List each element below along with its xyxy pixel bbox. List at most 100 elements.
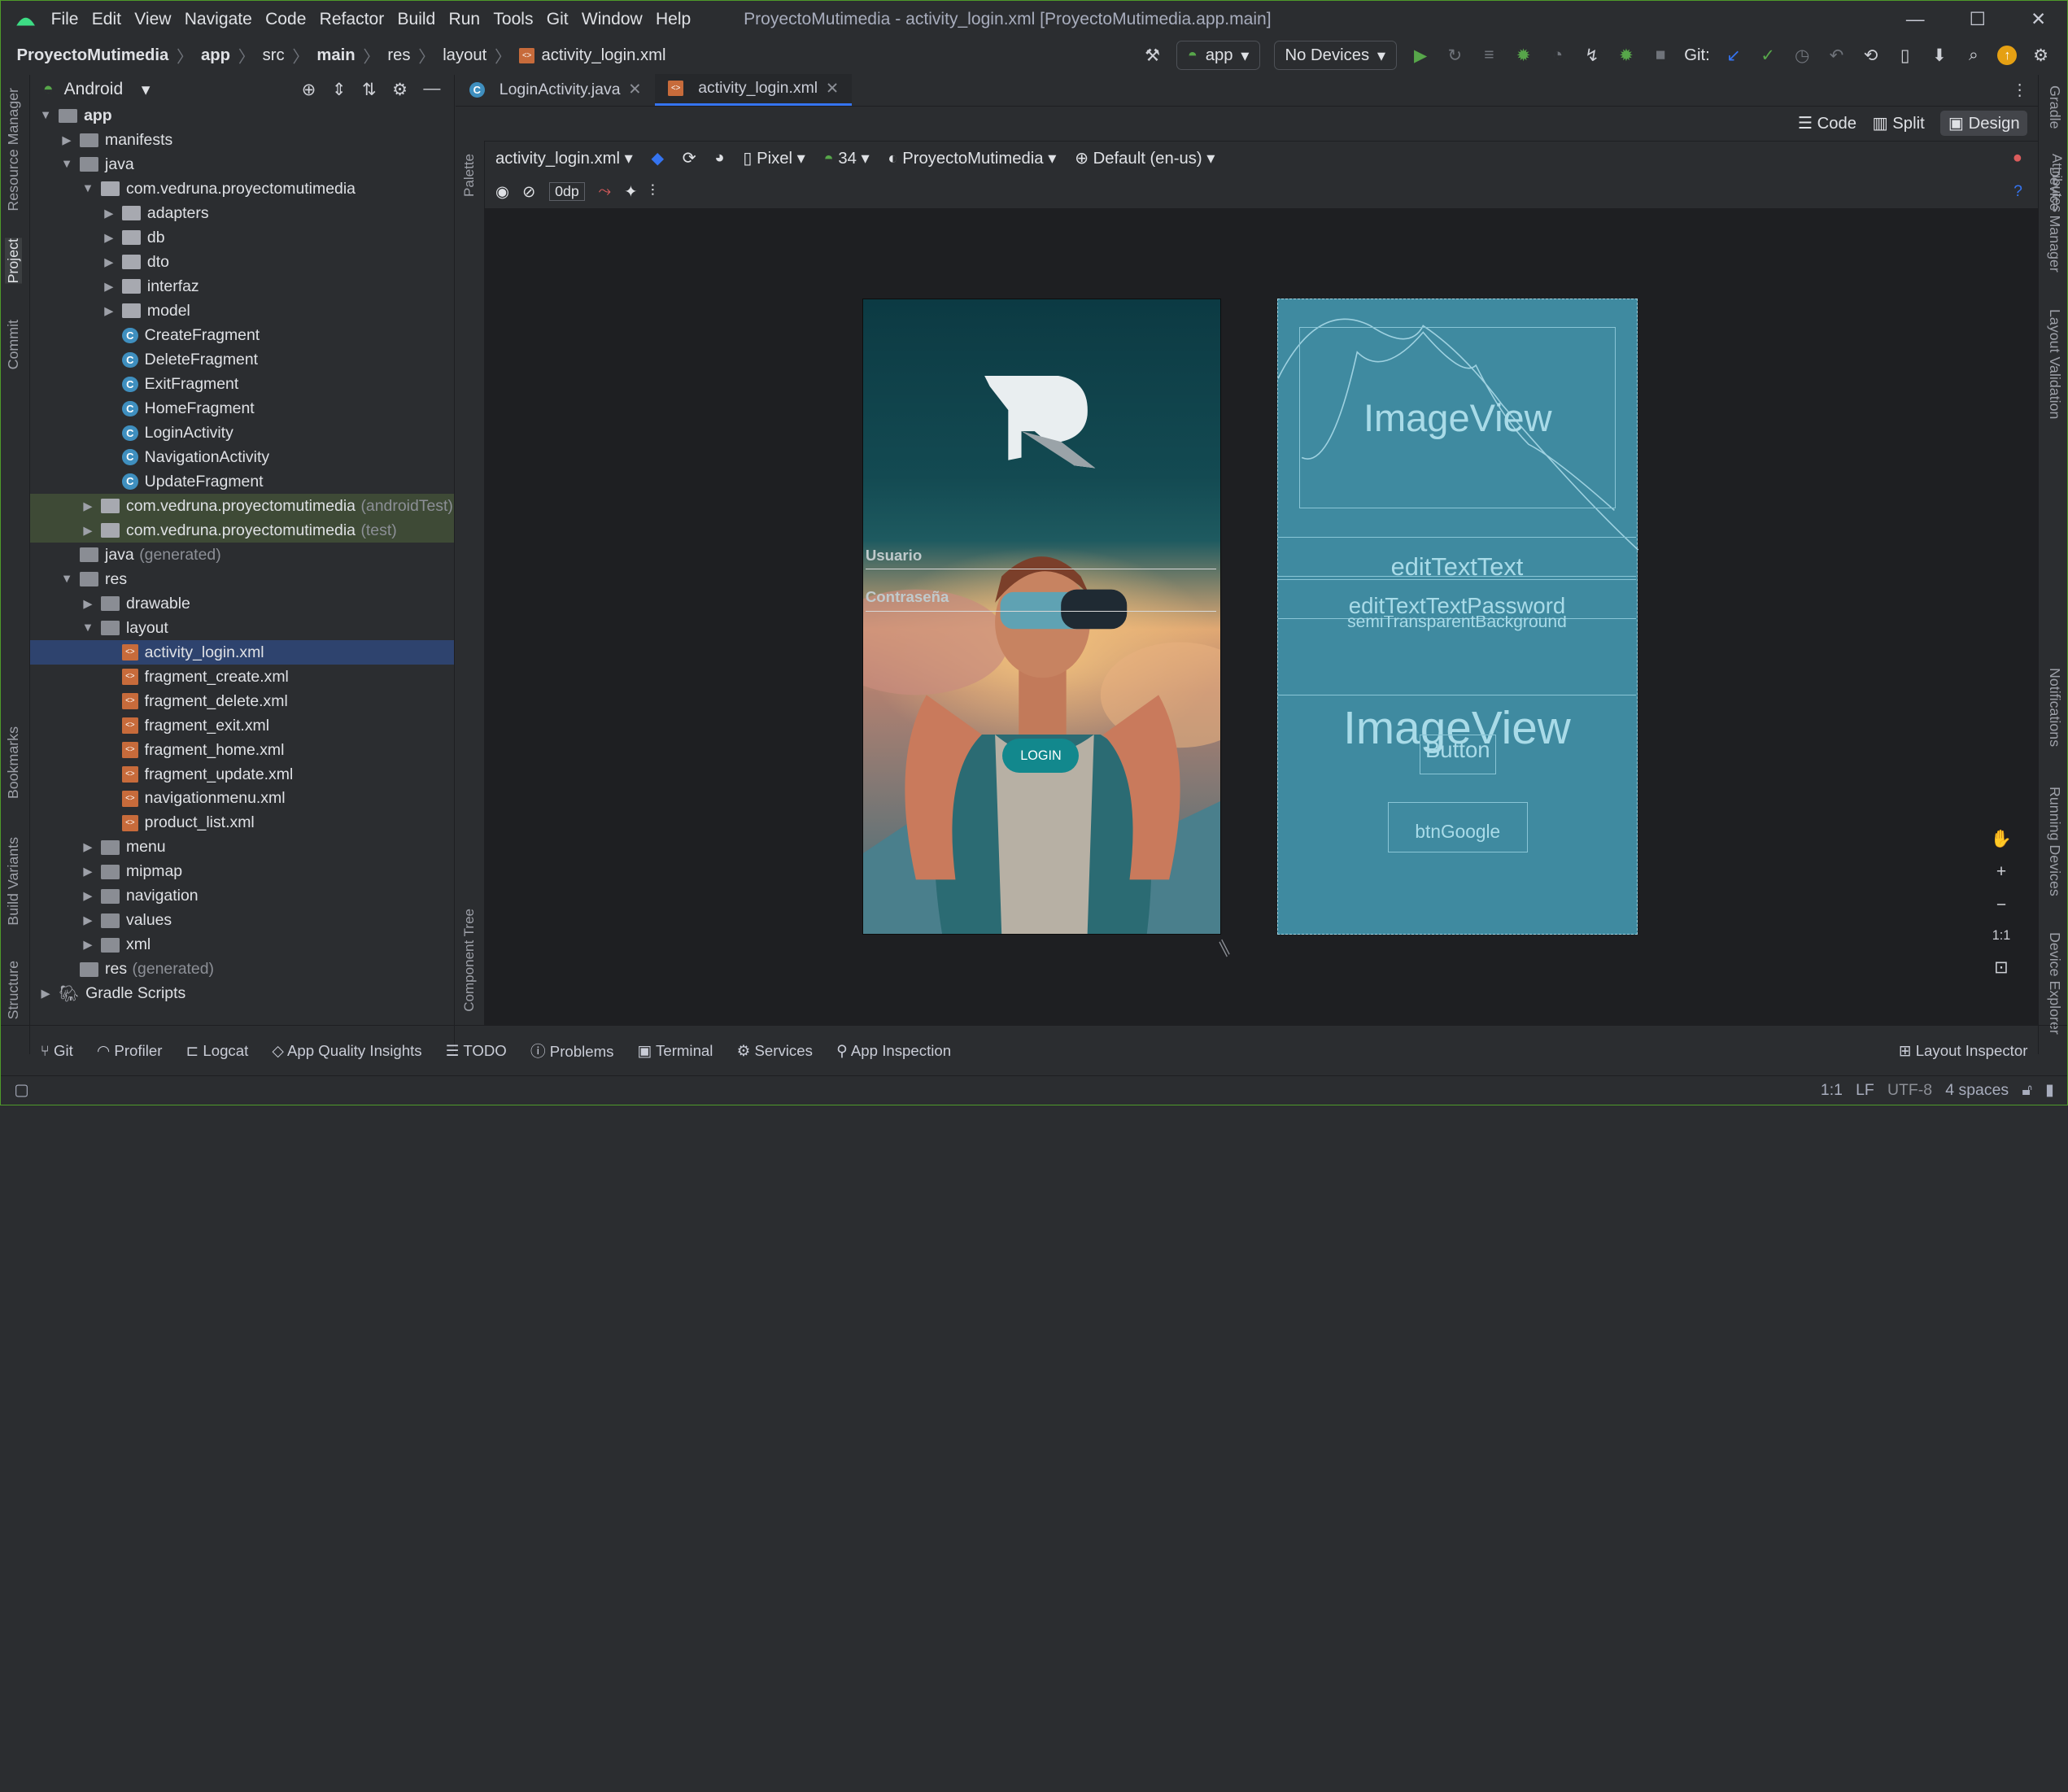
apply-changes-icon[interactable]: ✹ (1616, 45, 1637, 66)
close-icon[interactable]: ✕ (826, 79, 839, 98)
imageview-logo-outline[interactable]: ImageView (1299, 327, 1616, 508)
build-variants-tab[interactable]: Build Variants (5, 837, 22, 926)
running-devices-tab[interactable]: Running Devices (2046, 787, 2063, 896)
tool-services[interactable]: ⚙ Services (737, 1042, 813, 1060)
help-icon[interactable]: ? (2013, 182, 2022, 201)
tree-item[interactable]: ▼ java (30, 152, 454, 177)
tree-item[interactable]: C ExitFragment (30, 372, 454, 396)
sync-gradle-icon[interactable]: ⟲ (1861, 45, 1882, 66)
status-panel-icon[interactable]: ▢ (14, 1080, 28, 1100)
close-icon[interactable]: ✕ (2031, 8, 2046, 30)
commit-tab[interactable]: Commit (5, 320, 22, 369)
tool-app-inspection[interactable]: ⚲ App Inspection (836, 1042, 951, 1060)
sdk-manager-icon[interactable]: ⬇ (1929, 45, 1950, 66)
tree-item[interactable]: <> activity_login.xml (29, 640, 454, 665)
chevron-down-icon[interactable]: ▼ (80, 182, 95, 195)
tab-login-activity[interactable]: C LoginActivity.java ✕ (456, 74, 654, 106)
breadcrumb-project[interactable]: ProyectoMutimedia (16, 46, 168, 65)
search-icon[interactable]: ⌕ (1963, 45, 1984, 66)
pan-icon[interactable]: ✋ (1991, 829, 2012, 849)
tree-item[interactable]: ▼ com.vedruna.proyectomutimedia (30, 177, 454, 201)
breadcrumb-src[interactable]: src (263, 46, 285, 65)
tool-app-quality-insights[interactable]: ◇ App Quality Insights (272, 1042, 421, 1060)
caret-position[interactable]: 1:1 (1821, 1081, 1843, 1100)
tree-item[interactable]: ▶ com.vedruna.proyectomutimedia (test) (29, 518, 454, 543)
tree-item[interactable]: ▶ com.vedruna.proyectomutimedia (androidTe… (29, 494, 454, 519)
infer-constraints-icon[interactable]: ✦ (624, 182, 637, 202)
palette-tab[interactable]: Palette (461, 154, 478, 197)
tool-layout-inspector[interactable]: ⊞ Layout Inspector (1899, 1042, 2028, 1060)
locale-select[interactable]: ⊕ Default (en-us) ▾ (1075, 148, 1215, 168)
menu-tools[interactable]: Tools (493, 10, 533, 29)
tool-problems[interactable]: ⓘ Problems (530, 1040, 613, 1062)
run-icon[interactable]: ▶ (1410, 45, 1431, 66)
tool-todo[interactable]: ☰ TODO (446, 1042, 507, 1060)
password-field[interactable] (865, 610, 1217, 612)
hammer-icon[interactable]: ⚒ (1142, 45, 1163, 66)
chevron-down-icon[interactable]: ▾ (142, 79, 151, 100)
night-mode-icon[interactable]: ◕ (714, 149, 724, 168)
component-tree-tab[interactable]: Component Tree (461, 909, 478, 1012)
api-select[interactable]: ◓ 34 ▾ (824, 148, 870, 168)
resource-manager-tab[interactable]: Resource Manager (5, 88, 22, 211)
lock-icon[interactable]: 🔓︎ (2022, 1081, 2032, 1100)
attach-debugger-icon[interactable]: ↯ (1582, 45, 1603, 66)
btn-google-outline[interactable]: btnGoogle (1387, 802, 1528, 852)
memory-indicator-icon[interactable]: ▮ (2045, 1080, 2054, 1100)
tree-item[interactable]: ▶ 🐘︎ Gradle Scripts (30, 982, 454, 1006)
layout-validation-tab[interactable]: Layout Validation (2046, 309, 2063, 419)
tree-item[interactable]: ▶ interfaz (30, 274, 454, 299)
design-canvas[interactable]: Usuario Contraseña LOGIN ImageView editT… (486, 209, 2039, 1026)
gear-icon[interactable]: ⚙ (392, 79, 408, 100)
notifications-tab[interactable]: Notifications (2046, 668, 2063, 747)
layout-preview[interactable]: Usuario Contraseña LOGIN (862, 299, 1221, 935)
tool-profiler[interactable]: ◠ Profiler (97, 1042, 162, 1060)
edittext-password-outline[interactable]: editTextTextPassword (1278, 579, 1636, 619)
menu-navigate[interactable]: Navigate (185, 10, 252, 29)
device-select[interactable]: No Devices ▾ (1273, 41, 1397, 71)
clear-constraints-icon[interactable]: ⤳ (599, 182, 612, 201)
error-icon[interactable]: ● (2013, 149, 2022, 168)
breadcrumb-layout[interactable]: layout (443, 46, 486, 65)
tree-item[interactable]: <> fragment_create.xml (30, 665, 454, 689)
git-rollback-icon[interactable]: ↶ (1826, 45, 1847, 66)
zoom-one-to-one[interactable]: 1:1 (1992, 928, 2011, 944)
chevron-right-icon[interactable]: ▶ (101, 304, 116, 318)
structure-tab[interactable]: Structure (5, 961, 22, 1019)
chevron-right-icon[interactable]: ▶ (101, 280, 116, 294)
tree-item[interactable]: ▶ mipmap (30, 860, 454, 884)
debug-icon[interactable]: ✹ (1513, 45, 1534, 66)
tree-item[interactable]: C CreateFragment (30, 323, 454, 347)
tree-item[interactable]: java (generated) (30, 543, 454, 567)
close-icon[interactable]: ✕ (628, 80, 641, 99)
tree-item[interactable]: ▶ navigation (30, 884, 454, 909)
chevron-right-icon[interactable]: ▶ (80, 524, 95, 538)
update-icon[interactable]: ↑ (1997, 46, 2018, 66)
chevron-down-icon[interactable]: ▼ (80, 621, 95, 634)
theme-select[interactable]: ◐ ProyectoMutimedia ▾ (888, 148, 1056, 168)
breadcrumb-file[interactable]: activity_login.xml (541, 46, 665, 65)
gradle-tab[interactable]: Gradle (2046, 85, 2063, 129)
login-button[interactable]: LOGIN (1002, 739, 1080, 774)
tree-item[interactable]: ▼ app (30, 103, 454, 128)
chevron-right-icon[interactable]: ▶ (59, 133, 74, 147)
chevron-right-icon[interactable]: ▶ (101, 207, 116, 220)
menu-window[interactable]: Window (582, 10, 643, 29)
line-separator[interactable]: LF (1856, 1081, 1874, 1100)
chevron-down-icon[interactable]: ▼ (59, 573, 74, 586)
collapse-all-icon[interactable]: ⇅ (362, 79, 377, 100)
file-encoding[interactable]: UTF-8 (1887, 1081, 1932, 1100)
minimize-icon[interactable]: — (1906, 8, 1925, 30)
tree-item[interactable]: <> product_list.xml (30, 811, 454, 835)
tool-logcat[interactable]: ⊏ Logcat (186, 1042, 249, 1060)
tree-item[interactable]: <> navigationmenu.xml (30, 787, 454, 811)
more-tabs-icon[interactable]: ⋮ (2001, 81, 2038, 105)
hide-icon[interactable]: — (423, 79, 440, 100)
chevron-right-icon[interactable]: ▶ (37, 987, 53, 1001)
device-manager-tab[interactable]: Device Manager (2046, 167, 2063, 273)
tree-item[interactable]: <> fragment_delete.xml (30, 689, 454, 713)
tree-item[interactable]: ▶ manifests (30, 128, 454, 152)
menu-file[interactable]: File (51, 10, 79, 29)
menu-code[interactable]: Code (265, 10, 306, 29)
device-explorer-tab[interactable]: Device Explorer (2046, 932, 2063, 1035)
